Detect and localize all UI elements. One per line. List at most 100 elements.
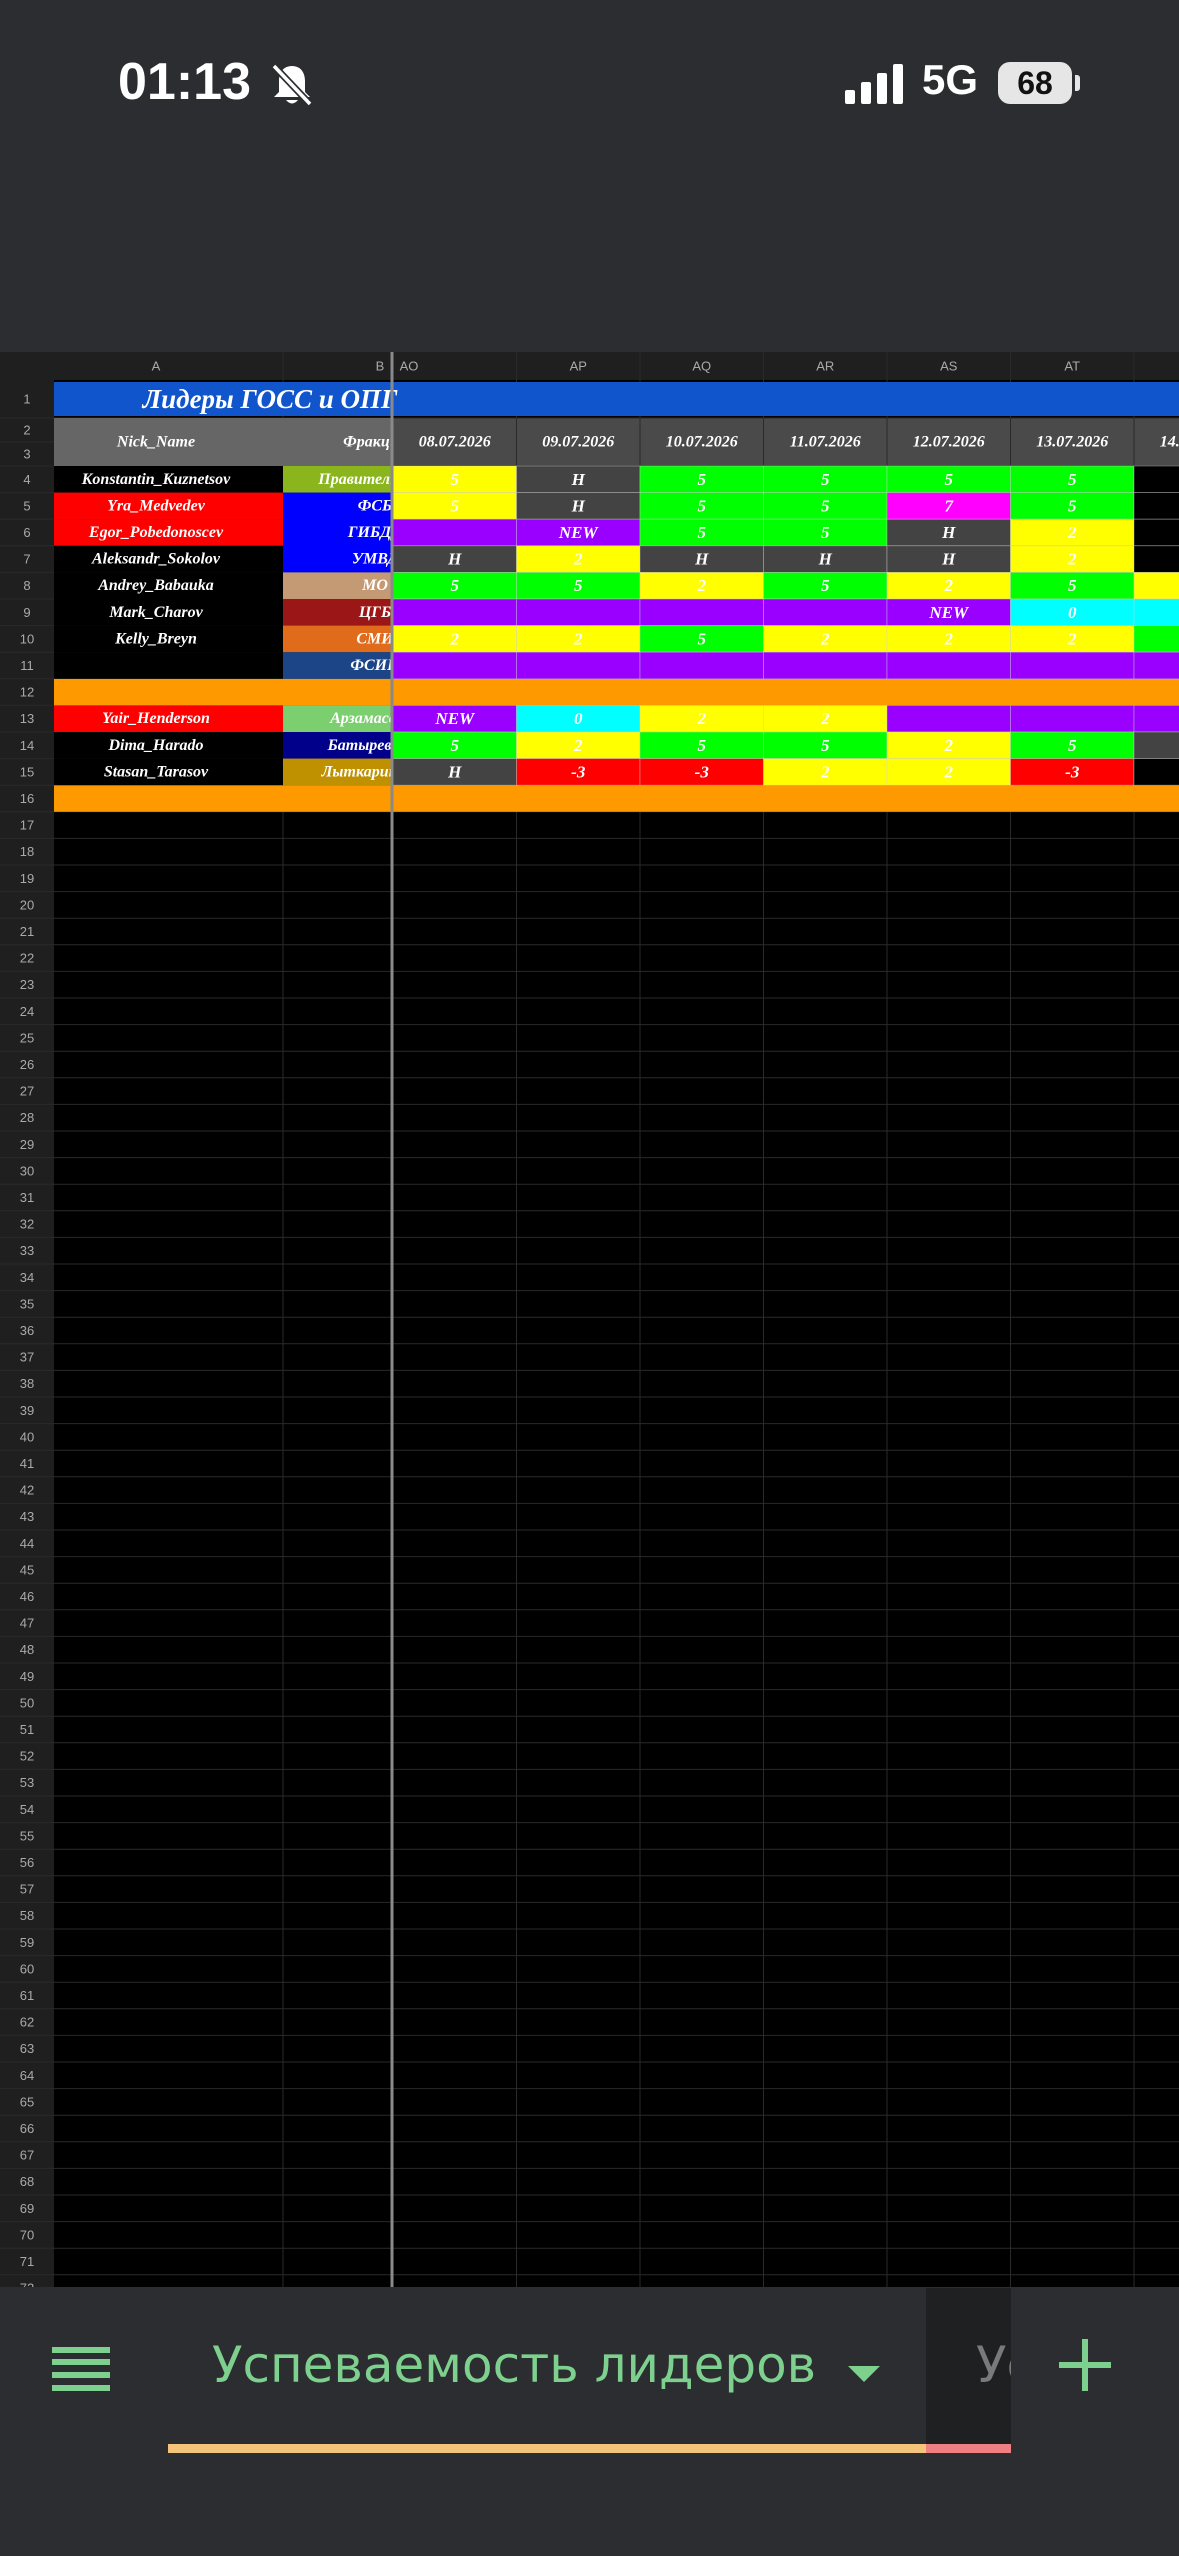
score-cell[interactable]: [763, 599, 888, 626]
score-cell[interactable]: [887, 652, 1011, 679]
cellular-signal-icon: [845, 64, 903, 104]
row-number: 21: [20, 924, 34, 939]
score-cell[interactable]: [1134, 652, 1179, 679]
row-number: 25: [20, 1030, 34, 1045]
row-number: 57: [20, 1882, 34, 1897]
score-value: 5: [945, 470, 954, 489]
score-value: 5: [451, 496, 460, 515]
row-number: 4: [23, 472, 30, 487]
tab-dropdown-icon[interactable]: [848, 2366, 880, 2382]
status-bar: 01:13 5G 68: [0, 0, 1179, 180]
row-number: 46: [20, 1589, 34, 1604]
score-value: NEW: [928, 603, 970, 622]
row-number: 29: [20, 1137, 34, 1152]
row-number: 64: [20, 2068, 34, 2083]
faction-name: ФСБ: [358, 497, 392, 514]
score-cell[interactable]: [1134, 732, 1179, 759]
score-cell[interactable]: [1134, 572, 1179, 599]
score-cell[interactable]: [1134, 519, 1179, 546]
score-cell[interactable]: [640, 599, 764, 626]
score-value: 2: [450, 629, 460, 648]
score-cell[interactable]: [1010, 705, 1135, 732]
score-cell[interactable]: [1134, 492, 1179, 520]
score-value: 0: [1068, 603, 1077, 622]
score-cell[interactable]: [393, 519, 517, 546]
column-header-at: AT: [1064, 359, 1080, 374]
score-cell[interactable]: [1134, 705, 1179, 732]
title-text: Лидеры ГОСС и ОПГ: [142, 384, 398, 414]
spreadsheet-grid[interactable]: ABAOAPAQARASATAU123456789101112131415161…: [0, 352, 1179, 2287]
score-cell[interactable]: [640, 652, 764, 679]
score-cell[interactable]: [1134, 466, 1179, 493]
header-nick-name: Nick_Name: [116, 434, 195, 451]
score-value: 5: [698, 470, 707, 489]
date-header: 14.07.2026: [1160, 434, 1179, 451]
score-value: 5: [698, 736, 707, 755]
row-number: 8: [23, 578, 30, 593]
score-cell[interactable]: [516, 652, 641, 679]
sheet-tab-next[interactable]: Успеваемость: [926, 2288, 1011, 2453]
score-value: 2: [820, 709, 830, 728]
row-number: 50: [20, 1695, 34, 1710]
score-cell[interactable]: [887, 705, 1011, 732]
score-cell[interactable]: [393, 652, 517, 679]
score-value: Н: [941, 550, 956, 569]
row-number: 16: [20, 791, 34, 806]
row-number: 44: [20, 1536, 34, 1551]
row-number: 70: [20, 2227, 34, 2242]
row-number: 65: [20, 2094, 34, 2109]
score-value: 2: [820, 629, 830, 648]
column-header-bar: [0, 352, 1179, 380]
score-cell[interactable]: [1010, 652, 1135, 679]
row-number: 63: [20, 2041, 34, 2056]
row-number: 34: [20, 1270, 34, 1285]
column-header-ar: AR: [816, 359, 834, 374]
row-number: 40: [20, 1429, 34, 1444]
row-number: 23: [20, 977, 34, 992]
row-number: 55: [20, 1828, 34, 1843]
score-value: 2: [820, 762, 830, 781]
row-number: 48: [20, 1642, 34, 1657]
nick-name: Andrey_Babauka: [97, 577, 214, 594]
row-number: 33: [20, 1243, 34, 1258]
nick-name: Egor_Pobedonoscev: [88, 524, 224, 541]
score-cell[interactable]: [1134, 545, 1179, 573]
cell-grid[interactable]: ABAOAPAQARASATAU123456789101112131415161…: [0, 352, 1179, 2287]
score-value: 2: [573, 629, 583, 648]
score-value: Н: [447, 762, 462, 781]
score-cell[interactable]: [1134, 599, 1179, 626]
row-number: 68: [20, 2174, 34, 2189]
column-header-ao: AO: [400, 359, 419, 374]
score-cell[interactable]: [763, 652, 888, 679]
add-sheet-button[interactable]: [1055, 2335, 1135, 2415]
date-header: 11.07.2026: [790, 434, 861, 451]
date-header: 12.07.2026: [913, 434, 985, 451]
row-number: 61: [20, 1988, 34, 2003]
score-cell[interactable]: [1134, 625, 1179, 653]
row-number: 67: [20, 2148, 34, 2163]
score-cell[interactable]: [516, 599, 641, 626]
date-header: 13.07.2026: [1036, 434, 1108, 451]
row-number: 69: [20, 2201, 34, 2216]
row-number: 66: [20, 2121, 34, 2136]
score-value: -3: [695, 762, 710, 781]
row-number: 60: [20, 1961, 34, 1976]
nick-name: Mark_Charov: [108, 604, 203, 621]
all-sheets-button[interactable]: [52, 2345, 112, 2405]
nick-name-cell[interactable]: [54, 652, 283, 679]
row-number: 2: [23, 423, 30, 438]
score-value: 5: [574, 576, 583, 595]
sheet-tab-active[interactable]: Успеваемость лидеров: [168, 2288, 926, 2453]
separator-row: [54, 678, 1179, 706]
score-cell[interactable]: [1134, 758, 1179, 786]
row-number: 42: [20, 1483, 34, 1498]
row-number: 36: [20, 1323, 34, 1338]
faction-name: МО: [361, 577, 388, 594]
score-value: 2: [1067, 523, 1077, 542]
row-number: 18: [20, 844, 34, 859]
score-value: 5: [1068, 736, 1077, 755]
tab-color-indicator: [168, 2444, 926, 2453]
row-number: 37: [20, 1350, 34, 1365]
score-cell[interactable]: [393, 599, 517, 626]
row-number: 22: [20, 951, 34, 966]
